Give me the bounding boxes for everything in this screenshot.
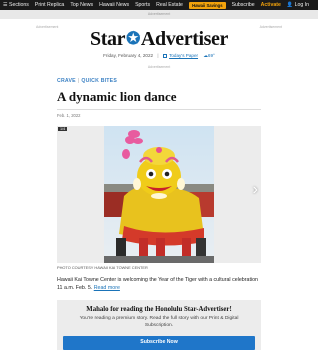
current-date: Friday, February 4, 2022	[103, 53, 154, 58]
article-body-text: Hawaii Kai Towne Center is welcoming the…	[57, 277, 258, 292]
nav-top-news[interactable]: Top News	[70, 2, 93, 8]
breadcrumb-quick-bites[interactable]: QUICK BITES	[81, 78, 117, 84]
subscription-promo-badge[interactable]: Hawaii Savings	[189, 1, 226, 9]
publish-date: Feb. 1, 2022	[57, 113, 81, 118]
lion-dance-photo	[104, 126, 214, 263]
article-headline: A dynamic lion dance	[57, 89, 177, 104]
paywall-title: Mahalo for reading the Honolulu Star-Adv…	[86, 306, 232, 313]
site-logo[interactable]: Star ✪ Advertiser	[90, 28, 228, 50]
mid-ad-label: Advertisement	[147, 65, 171, 69]
menu-icon: ☰	[3, 2, 8, 8]
paywall-panel: Mahalo for reading the Honolulu Star-Adv…	[57, 300, 261, 350]
subscribe-now-button[interactable]: Subscribe Now	[63, 336, 255, 350]
photo-gallery[interactable]: 1/4 ›	[57, 126, 261, 263]
gallery-next-arrow-icon[interactable]: ›	[253, 181, 258, 199]
paywall-description: You're reading a premium story. Read the…	[79, 316, 239, 328]
dateline: Friday, February 4, 2022 | Today's Paper…	[0, 53, 318, 59]
nav-print-replica[interactable]: Print Replica	[35, 2, 64, 8]
user-icon: 👤	[286, 2, 294, 8]
star-icon: ✪	[126, 29, 140, 48]
nav-login[interactable]: 👤 Log In	[287, 2, 309, 8]
masthead: Star ✪ Advertiser Friday, February 4, 20…	[0, 28, 318, 59]
top-ad-banner: Advertisement	[0, 10, 318, 19]
weather-temp: 69°	[207, 53, 215, 58]
dateline-separator: |	[157, 53, 159, 58]
nav-subscribe[interactable]: Subscribe	[232, 2, 255, 8]
nav-activate[interactable]: Activate	[261, 2, 281, 8]
read-more-link[interactable]: Read more	[94, 285, 120, 291]
top-navbar: ☰ Sections Print Replica Top News Hawaii…	[0, 0, 318, 10]
login-label: Log In	[294, 2, 309, 8]
photo-caption: PHOTO COURTESY HAWAII KAI TOWNE CENTER	[57, 265, 148, 270]
nav-sports[interactable]: Sports	[135, 2, 150, 8]
nav-real-estate[interactable]: Real Estate	[156, 2, 183, 8]
gallery-counter: 1/4	[58, 127, 68, 131]
left-ad-label: Advertisement	[36, 25, 59, 29]
breadcrumb-separator: |	[77, 78, 80, 84]
weather-link[interactable]: ☁69°	[203, 53, 215, 58]
right-ad-label: Advertisement	[259, 25, 282, 29]
sections-menu[interactable]: ☰ Sections	[3, 2, 29, 8]
article-body: Hawaii Kai Towne Center is welcoming the…	[57, 276, 261, 292]
headline-divider	[57, 109, 261, 110]
newspaper-icon	[162, 53, 167, 58]
breadcrumb: CRAVE | QUICK BITES	[57, 78, 117, 84]
todays-paper-link[interactable]: Today's Paper	[169, 53, 198, 58]
breadcrumb-crave[interactable]: CRAVE	[57, 78, 76, 84]
logo-text-left: Star	[90, 28, 126, 50]
sections-label: Sections	[8, 2, 29, 8]
logo-text-right: Advertiser	[140, 28, 228, 50]
nav-hawaii-news[interactable]: Hawaii News	[99, 2, 129, 8]
